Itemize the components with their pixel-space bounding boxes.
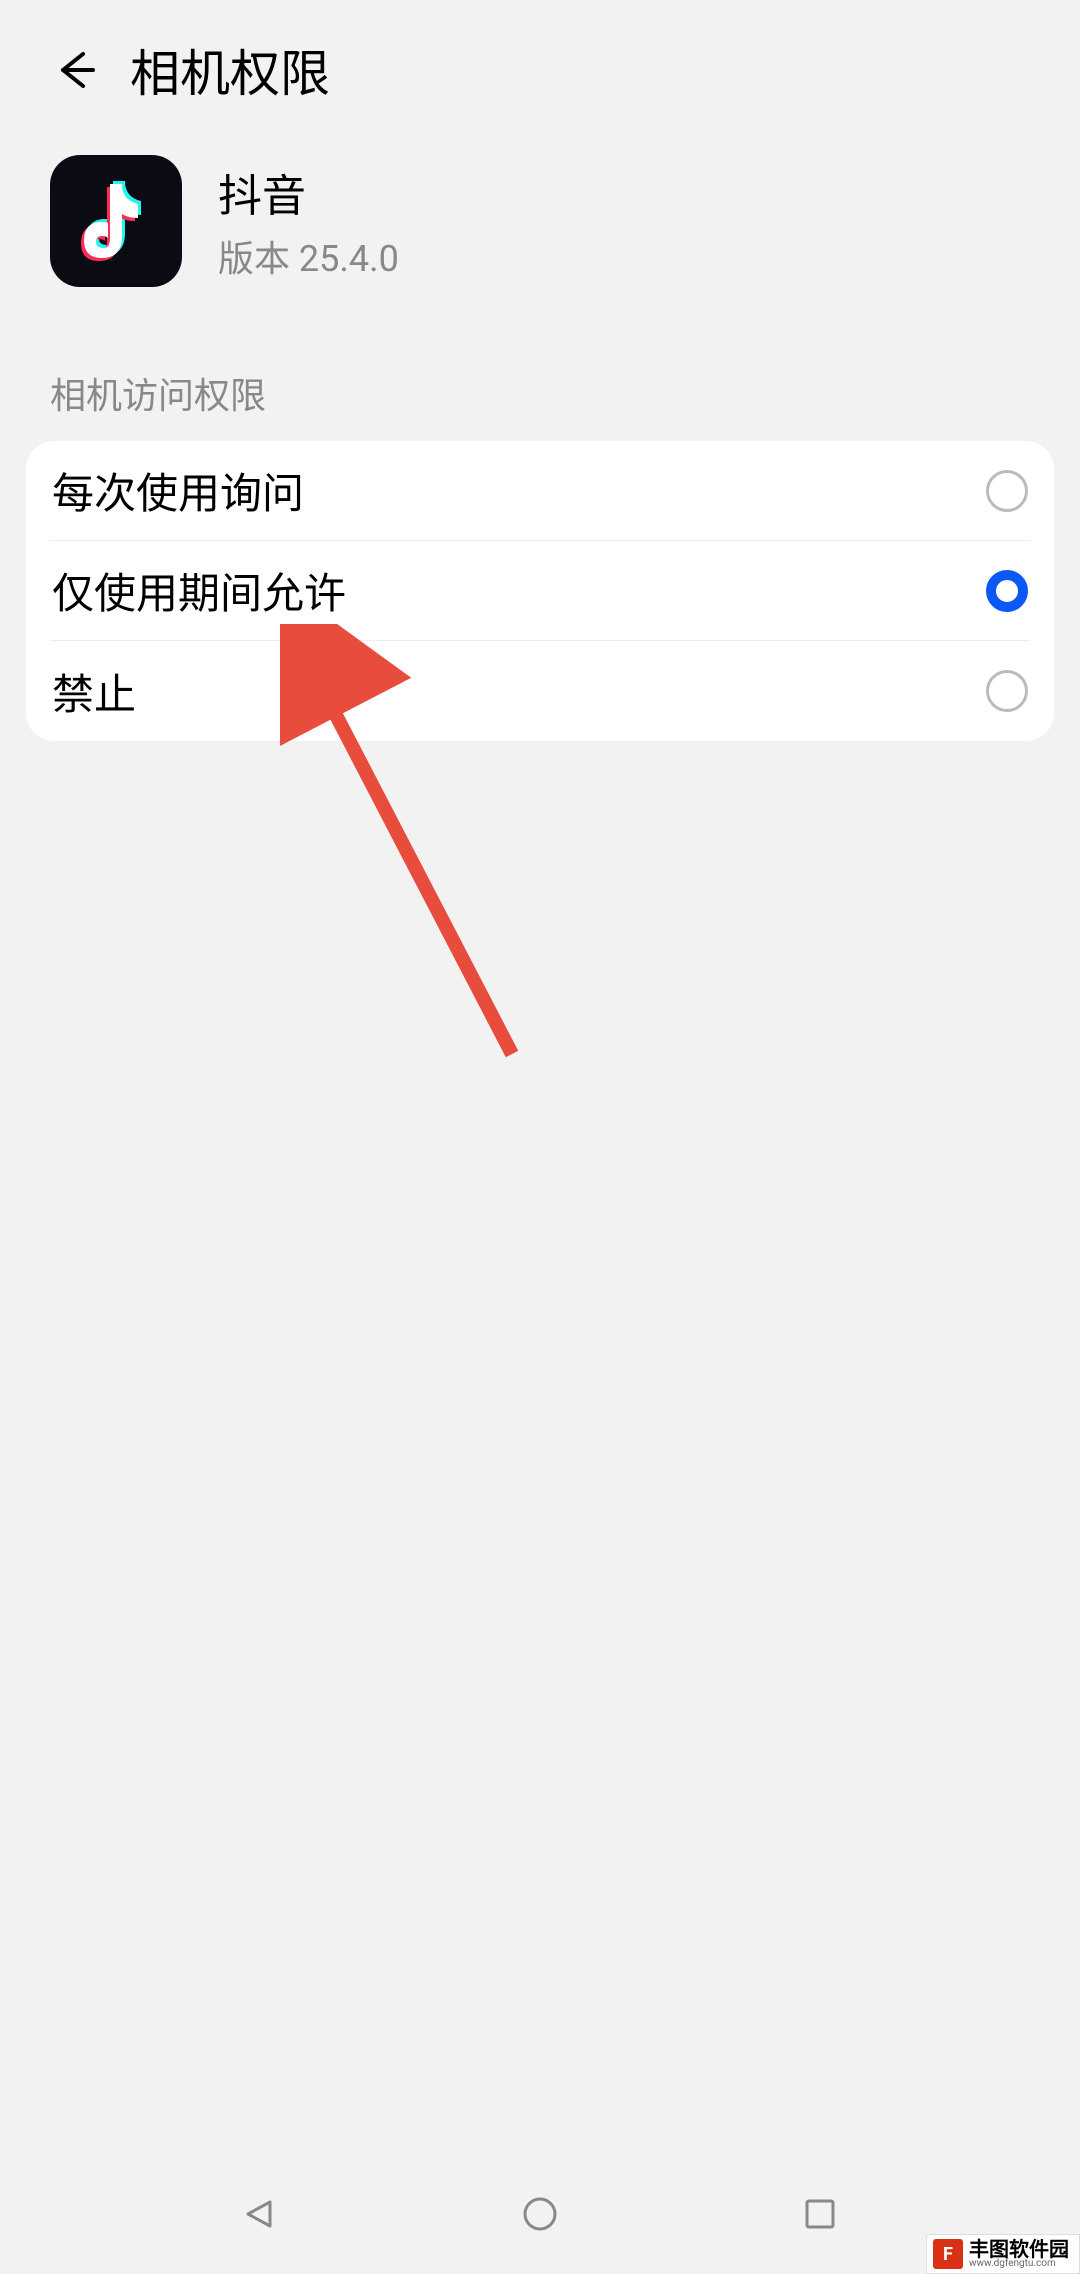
watermark-name: 丰图软件园 [969, 2239, 1069, 2259]
back-button[interactable] [50, 45, 100, 95]
header-bar: 相机权限 [0, 0, 1080, 130]
app-name: 抖音 [218, 160, 399, 224]
radio-button-selected[interactable] [986, 570, 1028, 612]
app-version: 版本 25.4.0 [218, 230, 399, 282]
section-title: 相机访问权限 [0, 327, 1080, 441]
radio-button[interactable] [986, 470, 1028, 512]
permission-options-card: 每次使用询问 仅使用期间允许 禁止 [26, 441, 1054, 741]
circle-icon [520, 2194, 560, 2234]
app-info-section: 抖音 版本 25.4.0 [0, 130, 1080, 327]
douyin-icon [76, 176, 156, 266]
option-ask-every-time[interactable]: 每次使用询问 [50, 441, 1030, 541]
navigation-bar [0, 2154, 1080, 2274]
option-label: 每次使用询问 [52, 460, 304, 521]
app-icon [50, 155, 182, 287]
arrow-left-icon [53, 48, 97, 92]
watermark-logo-icon: F [933, 2239, 963, 2269]
app-meta: 抖音 版本 25.4.0 [218, 160, 399, 282]
watermark-url: www.dgfengtu.com [969, 2259, 1069, 2269]
triangle-left-icon [240, 2194, 280, 2234]
square-icon [800, 2194, 840, 2234]
option-deny[interactable]: 禁止 [50, 641, 1030, 741]
nav-back-button[interactable] [230, 2184, 290, 2244]
nav-recent-button[interactable] [790, 2184, 850, 2244]
option-label: 仅使用期间允许 [52, 560, 346, 621]
page-title: 相机权限 [130, 34, 330, 106]
option-allow-while-using[interactable]: 仅使用期间允许 [50, 541, 1030, 641]
nav-home-button[interactable] [510, 2184, 570, 2244]
option-label: 禁止 [52, 661, 136, 722]
watermark-badge: F 丰图软件园 www.dgfengtu.com [926, 2234, 1080, 2274]
radio-button[interactable] [986, 670, 1028, 712]
